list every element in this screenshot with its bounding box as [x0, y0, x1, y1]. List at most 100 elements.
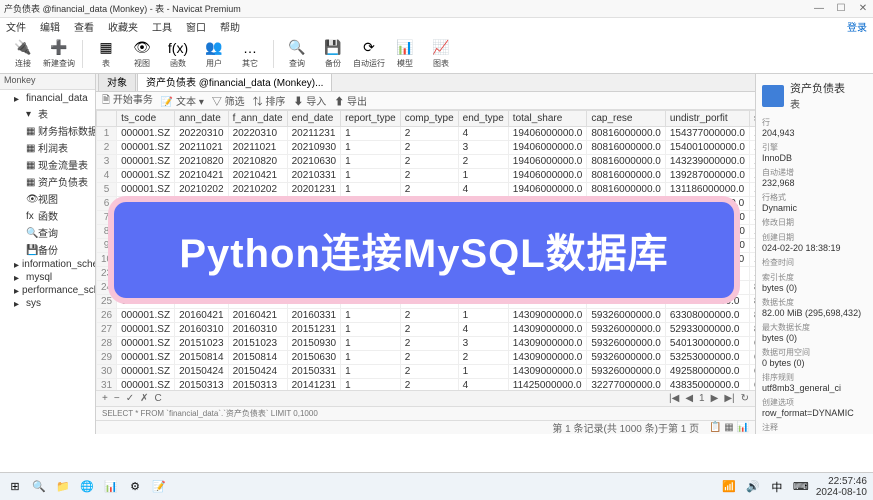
column-header[interactable]: f_ann_date — [228, 111, 287, 127]
maximize-button[interactable]: ☐ — [835, 3, 847, 14]
gridnav-C[interactable]: C — [154, 393, 161, 404]
pager[interactable]: ▶ — [711, 393, 719, 404]
tree-item[interactable]: 💾备份 — [0, 241, 95, 258]
table-row[interactable]: 26000001.SZ20160421201604212016033112114… — [97, 309, 756, 323]
close-button[interactable]: ✕ — [857, 3, 869, 14]
pager[interactable]: |◀ — [669, 393, 679, 404]
toolbar-用户[interactable]: 👥用户 — [197, 36, 231, 72]
tray-icon[interactable]: ⌨ — [792, 478, 810, 496]
subtool-item[interactable]: 📝 文本 ▾ — [161, 93, 204, 108]
menu-查看[interactable]: 查看 — [74, 19, 94, 34]
login-link[interactable]: 登录 — [847, 19, 867, 34]
table-row[interactable]: 28000001.SZ20151023201510232015093012314… — [97, 337, 756, 351]
pager[interactable]: ▶| — [724, 393, 734, 404]
column-header[interactable]: ann_date — [175, 111, 229, 127]
table-row[interactable]: 5000001.SZ202102022021020220201231124194… — [97, 183, 756, 197]
table-row[interactable]: 29000001.SZ20150814201508142015063012214… — [97, 351, 756, 365]
pager[interactable]: ↻ — [741, 393, 749, 404]
main-toolbar: 🔌连接➕新建查询 ▦表👁视图f(x)函数👥用户…其它 🔍查询💾备份⟳自动运行📊模型📈… — [0, 34, 873, 74]
toolbar-其它[interactable]: …其它 — [233, 36, 267, 72]
自动运行-icon: ⟳ — [360, 39, 378, 57]
menu-窗口[interactable]: 窗口 — [186, 19, 206, 34]
toolbar-备份[interactable]: 💾备份 — [316, 36, 350, 72]
taskbar-icon[interactable]: 📁 — [54, 478, 72, 496]
taskbar-icon[interactable]: ⊞ — [6, 478, 24, 496]
tree-item[interactable]: ▸mysql — [0, 271, 95, 284]
column-header[interactable]: cap_rese — [587, 111, 666, 127]
table-row[interactable]: 30000001.SZ20150424201504242015033112114… — [97, 365, 756, 379]
taskbar-icon[interactable]: 📊 — [102, 478, 120, 496]
menu-工具[interactable]: 工具 — [152, 19, 172, 34]
taskbar-icon[interactable]: 📝 — [150, 478, 168, 496]
subtool-item[interactable]: ⬇ 导入 — [293, 93, 326, 108]
toolbar-函数[interactable]: f(x)函数 — [161, 36, 195, 72]
toolbar-新建查询[interactable]: ➕新建查询 — [42, 36, 76, 72]
toolbar-自动运行[interactable]: ⟳自动运行 — [352, 36, 386, 72]
menu-编辑[interactable]: 编辑 — [40, 19, 60, 34]
column-header[interactable]: end_date — [287, 111, 341, 127]
toolbar-表[interactable]: ▦表 — [89, 36, 123, 72]
column-header[interactable] — [97, 111, 117, 127]
table-row[interactable]: 31000001.SZ20150313201503132014123112411… — [97, 379, 756, 391]
subtool-item[interactable]: 🗎 开始事务 — [102, 91, 153, 110]
prop-row: 索引长度bytes (0) — [762, 272, 867, 293]
tree-item[interactable]: 👁视图 — [0, 190, 95, 207]
pager[interactable]: 1 — [699, 393, 705, 404]
tray-icon[interactable]: 📶 — [720, 478, 738, 496]
menubar: 文件编辑查看收藏夹工具窗口帮助 登录 — [0, 18, 873, 34]
gridnav-✗[interactable]: ✗ — [140, 393, 148, 404]
table-row[interactable]: 3000001.SZ202108202021082020210630122194… — [97, 155, 756, 169]
toolbar-视图[interactable]: 👁视图 — [125, 36, 159, 72]
toolbar-图表[interactable]: 📈图表 — [424, 36, 458, 72]
tray-icon[interactable]: 🔊 — [744, 478, 762, 496]
column-header[interactable]: report_type — [341, 111, 401, 127]
tree-item[interactable]: ▦资产负债表 — [0, 173, 95, 190]
table-row[interactable]: 1000001.SZ202203102022031020211231124194… — [97, 127, 756, 141]
tree-item[interactable]: ▦现金流量表 — [0, 156, 95, 173]
table-row[interactable]: 27000001.SZ20160310201603102015123112414… — [97, 323, 756, 337]
tree-item[interactable]: ▸sys — [0, 297, 95, 310]
toolbar-连接[interactable]: 🔌连接 — [6, 36, 40, 72]
subtool-item[interactable]: ⬆ 导出 — [334, 93, 367, 108]
prop-row: 注释 — [762, 422, 867, 433]
minimize-button[interactable]: — — [813, 3, 825, 14]
tab[interactable]: 资产负债表 @financial_data (Monkey)... — [137, 74, 332, 91]
gridnav-✓[interactable]: ✓ — [126, 393, 134, 404]
column-header[interactable]: surplus_rese — [749, 111, 755, 127]
column-header[interactable]: undistr_porfit — [665, 111, 749, 127]
gridnav-+[interactable]: + — [102, 393, 108, 404]
tree-item[interactable]: ▦利润表 — [0, 139, 95, 156]
pager[interactable]: ◀ — [685, 393, 693, 404]
tree-item[interactable]: ▾表 — [0, 105, 95, 122]
menu-文件[interactable]: 文件 — [6, 19, 26, 34]
column-header[interactable]: ts_code — [117, 111, 175, 127]
tray-icon[interactable]: 中 — [768, 478, 786, 496]
taskbar-icon[interactable]: ⚙ — [126, 478, 144, 496]
prop-row: 自动递增232,968 — [762, 167, 867, 188]
tree-item[interactable]: ▸information_schema — [0, 258, 95, 271]
menu-收藏夹[interactable]: 收藏夹 — [108, 19, 138, 34]
table-row[interactable]: 4000001.SZ202104212021042120210331121194… — [97, 169, 756, 183]
tab[interactable]: 对象 — [98, 74, 136, 91]
column-header[interactable]: end_type — [458, 111, 508, 127]
clock[interactable]: 22:57:462024-08-10 — [816, 476, 867, 498]
subtool-item[interactable]: ⇅ 排序 — [253, 93, 286, 108]
tabbar: 对象资产负债表 @financial_data (Monkey)... — [96, 74, 755, 92]
toolbar-查询[interactable]: 🔍查询 — [280, 36, 314, 72]
tree-item[interactable]: ▦财务指标数据 — [0, 122, 95, 139]
window-title: 产负债表 @financial_data (Monkey) - 表 - Navi… — [4, 2, 813, 15]
column-header[interactable]: comp_type — [400, 111, 458, 127]
gridnav-−[interactable]: − — [114, 393, 120, 404]
column-header[interactable]: total_share — [508, 111, 587, 127]
tree-item[interactable]: fx函数 — [0, 207, 95, 224]
view-mode-icons[interactable]: 📋 ▦ 📊 — [709, 422, 749, 433]
tree-item[interactable]: 🔍查询 — [0, 224, 95, 241]
tree-item[interactable]: ▸performance_schema — [0, 284, 95, 297]
menu-帮助[interactable]: 帮助 — [220, 19, 240, 34]
subtool-item[interactable]: ▽ 筛选 — [212, 93, 245, 108]
taskbar-icon[interactable]: 🔍 — [30, 478, 48, 496]
taskbar-icon[interactable]: 🌐 — [78, 478, 96, 496]
table-row[interactable]: 2000001.SZ202110212021102120210930123194… — [97, 141, 756, 155]
toolbar-模型[interactable]: 📊模型 — [388, 36, 422, 72]
tree-item[interactable]: ▸financial_data — [0, 92, 95, 105]
